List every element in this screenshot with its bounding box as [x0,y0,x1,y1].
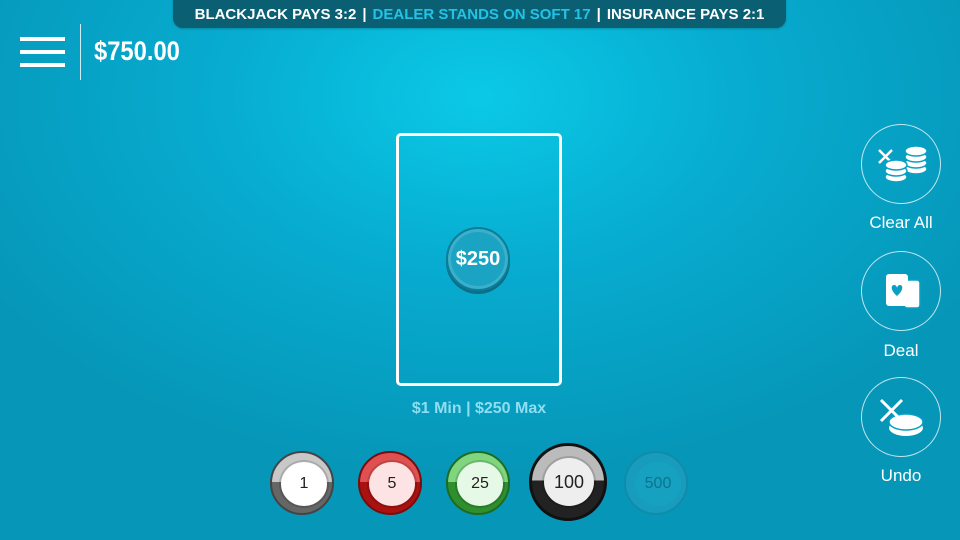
cards-icon [886,274,921,309]
undo-label: Undo [880,466,922,485]
table-limits: $1 Min | $250 Max [411,400,547,417]
rule-blackjack: BLACKJACK PAYS 3:2 [194,5,357,23]
placed-bet-chip[interactable]: $250 [446,227,510,291]
rule-separator: | [596,5,601,23]
chip-label: 5 [369,462,415,506]
clear-all-button[interactable] [861,124,941,204]
balance-display: $750.00 [94,36,180,66]
table-rules-bar: BLACKJACK PAYS 3:2 | DEALER STANDS ON SO… [173,0,786,28]
rule-dealer: DEALER STANDS ON SOFT 17 [372,5,591,23]
header-divider [80,24,81,80]
chip-label: 100 [544,458,594,506]
chip-label: 500 [635,462,681,506]
undo-chip-icon [879,398,924,436]
chip-100[interactable]: 100 [529,443,607,521]
hamburger-menu-icon[interactable] [20,37,65,67]
clear-chips-icon [878,145,928,183]
chip-label: 25 [457,462,503,506]
deal-button[interactable] [861,251,941,331]
chip-1[interactable]: 1 [270,451,334,515]
clear-all-label: Clear All [869,213,933,232]
rule-separator: | [362,5,367,23]
deal-label: Deal [883,341,919,360]
chip-500[interactable]: 500 [624,451,688,515]
chip-5[interactable]: 5 [358,451,422,515]
chip-25[interactable]: 25 [446,451,510,515]
undo-button[interactable] [861,377,941,457]
rule-insurance: INSURANCE PAYS 2:1 [606,5,765,23]
chip-label: 1 [281,462,327,506]
